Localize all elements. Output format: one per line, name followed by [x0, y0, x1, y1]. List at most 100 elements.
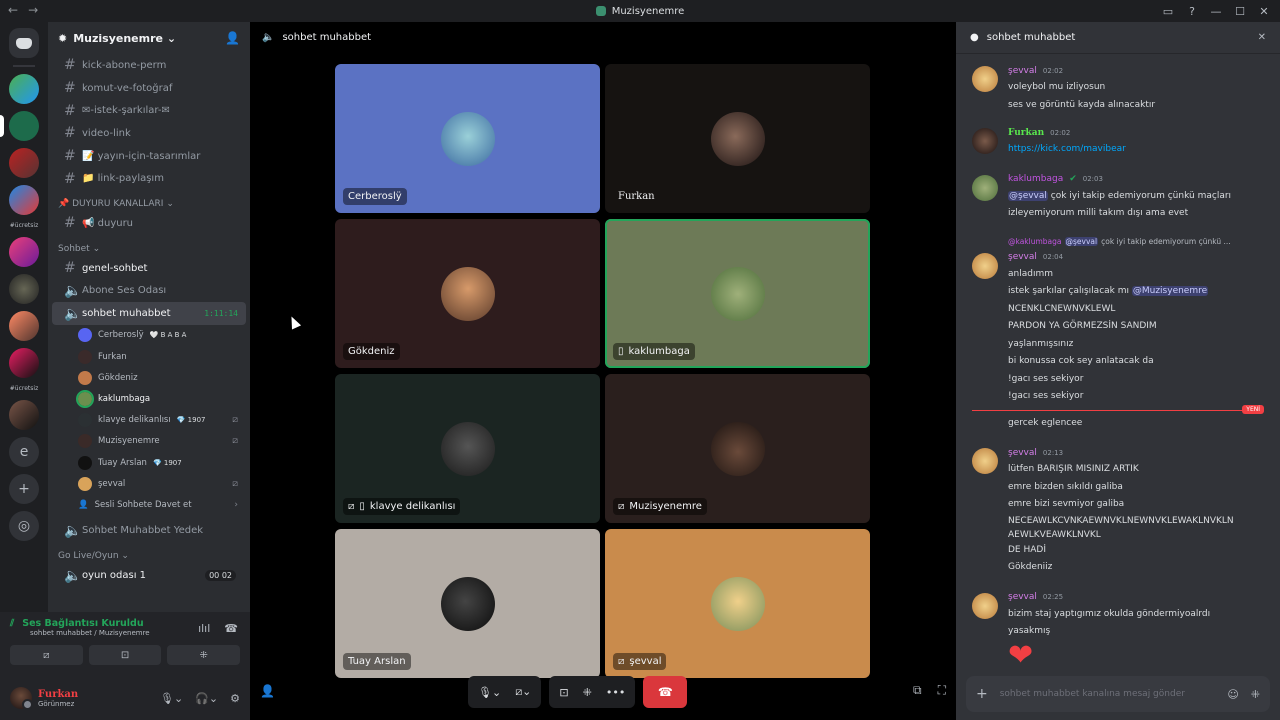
participant-tile[interactable]: Cerberoslÿ	[335, 64, 600, 213]
channel-istek[interactable]: # ✉-istek-şarkılar-✉	[52, 99, 246, 122]
fullscreen-icon[interactable]: ⛶	[938, 683, 946, 698]
participant-tile[interactable]: ⧄ ▯ klavye delikanlısı	[335, 374, 600, 523]
message-author[interactable]: şevval	[1008, 592, 1037, 602]
voice-channel-sohbet-muhabbet[interactable]: 🔈 sohbet muhabbet 1:11:14	[52, 302, 246, 325]
message-author[interactable]: kaklumbaga	[1008, 174, 1063, 184]
voice-user[interactable]: klavye delikanlısı 💎 1907 ⧄	[48, 410, 250, 431]
voice-channel-abone[interactable]: 🔈 Abone Ses Odası	[52, 280, 246, 303]
channel-duyuru[interactable]: # 📢 duyuru	[52, 212, 246, 235]
voice-user[interactable]: kaklumbaga	[48, 388, 250, 409]
add-member-icon[interactable]: 👤	[225, 31, 240, 45]
discord-home-icon[interactable]	[9, 28, 39, 58]
add-attachment-icon[interactable]: +	[976, 686, 988, 702]
participant-tile-speaking[interactable]: ▯ kaklumbaga	[605, 219, 870, 368]
channel-tasarim[interactable]: # 📝 yayın-için-tasarımlar	[52, 145, 246, 168]
participant-tile[interactable]: ⧄ Muzisyenemre	[605, 374, 870, 523]
channel-genel-sohbet[interactable]: # genel-sohbet	[52, 257, 246, 280]
microphone-icon[interactable]: 🎙⌄	[478, 686, 501, 699]
channel-kick-abone-perm[interactable]: # kick-abone-perm	[52, 54, 246, 77]
noise-suppression-icon[interactable]: ılıl	[198, 622, 210, 635]
participant-tile[interactable]: Furkan	[605, 64, 870, 213]
avatar[interactable]	[972, 128, 998, 154]
channel-label: 📢 duyuru	[82, 217, 134, 229]
message-input[interactable]: + sohbet muhabbet kanalına mesaj gönder …	[966, 676, 1270, 712]
server-icon[interactable]	[9, 348, 39, 378]
category-duyuru[interactable]: 📌 DUYURU KANALLARI ⌄	[48, 190, 250, 212]
reply-reference[interactable]: @kaklumbaga @şevval çok iyi takip edemiy…	[956, 235, 1280, 249]
close-window-button[interactable]: ✕	[1254, 2, 1274, 20]
invite-to-voice[interactable]: 👤 Sesli Sohbete Davet et ›	[48, 494, 250, 515]
more-options-icon[interactable]: •••	[606, 686, 625, 699]
category-golive[interactable]: Go Live/Oyun ⌄	[48, 542, 250, 564]
avatar[interactable]	[972, 66, 998, 92]
microphone-icon[interactable]: 🎙⌄	[160, 692, 183, 705]
disconnect-icon[interactable]: ☎	[224, 622, 238, 635]
mic-muted-icon: ⧄	[232, 415, 238, 426]
help-icon[interactable]: ?	[1182, 2, 1202, 20]
message-author[interactable]: şevval	[1008, 66, 1037, 76]
voice-user[interactable]: Cerberoslÿ 🤍 B A B A	[48, 325, 250, 346]
minimize-button[interactable]: —	[1206, 2, 1226, 20]
server-icon[interactable]	[9, 185, 39, 215]
screen-share-icon[interactable]: ⊡	[559, 686, 568, 699]
apps-icon[interactable]: ⁜	[1251, 688, 1260, 701]
participant-tile[interactable]: ⧄ şevval	[605, 529, 870, 678]
inbox-icon[interactable]: ▭	[1158, 2, 1178, 20]
server-header[interactable]: ✹ Muzisyenemre ⌄ 👤	[48, 22, 250, 54]
avatar[interactable]	[972, 252, 998, 279]
screen-share-button[interactable]: ⊡	[88, 645, 162, 665]
message-author[interactable]: şevval	[1008, 448, 1037, 458]
message-link[interactable]: https://kick.com/mavibear	[1008, 144, 1126, 154]
back-arrow-icon[interactable]: ←	[8, 3, 18, 17]
activities-button[interactable]: ⁜	[167, 645, 241, 665]
user-mention[interactable]: @şevval	[1008, 190, 1048, 201]
channel-komut[interactable]: # komut-ve-fotoğraf	[52, 77, 246, 100]
chevron-right-icon: ›	[234, 499, 238, 510]
voice-channel-yedek[interactable]: 🔈 Sohbet Muhabbet Yedek	[52, 520, 246, 543]
voice-user[interactable]: Muzisyenemre ⧄	[48, 431, 250, 452]
category-sohbet[interactable]: Sohbet ⌄	[48, 235, 250, 257]
server-icon-e[interactable]: e	[9, 437, 39, 467]
server-icon[interactable]	[9, 148, 39, 178]
maximize-button[interactable]: ☐	[1230, 2, 1250, 20]
voice-user[interactable]: Tuay Arslan 💎 1907	[48, 452, 250, 473]
server-icon[interactable]	[9, 274, 39, 304]
invite-people-icon[interactable]: 👤	[260, 684, 275, 698]
camera-toggle-button[interactable]: ⧄	[10, 645, 83, 665]
server-icon[interactable]	[9, 400, 39, 430]
server-icon[interactable]	[9, 237, 39, 267]
message-text: voleybol mu izliyosun	[1008, 82, 1106, 92]
message-author[interactable]: Furkan	[1008, 128, 1044, 138]
participant-tile[interactable]: Tuay Arslan	[335, 529, 600, 678]
avatar[interactable]	[972, 174, 998, 201]
close-icon[interactable]: ✕	[1258, 32, 1266, 43]
speaker-icon: 🔈	[64, 522, 82, 539]
avatar[interactable]	[10, 687, 33, 710]
emoji-icon[interactable]: ☺	[1227, 688, 1238, 701]
voice-user[interactable]: Gökdeniz	[48, 367, 250, 388]
forward-arrow-icon[interactable]: →	[28, 3, 38, 17]
settings-gear-icon[interactable]: ⚙	[230, 692, 240, 705]
server-icon[interactable]	[9, 311, 39, 341]
voice-user[interactable]: şevval ⧄	[48, 473, 250, 494]
avatar[interactable]	[972, 592, 998, 619]
headphones-icon[interactable]: 🎧⌄	[195, 692, 218, 705]
server-icon[interactable]	[9, 74, 39, 104]
pop-out-icon[interactable]: ⧉	[913, 683, 922, 698]
voice-user[interactable]: Furkan	[48, 346, 250, 367]
camera-off-icon[interactable]: ⧄⌄	[515, 685, 531, 699]
add-server-icon[interactable]: +	[9, 474, 39, 504]
channel-link-paylasim[interactable]: # 📁 link-paylaşım	[52, 167, 246, 190]
voice-channel-oyun[interactable]: 🔈 oyun odası 1 00 02	[52, 564, 246, 587]
badge-icon: ✔	[1069, 174, 1077, 184]
activities-icon[interactable]: ⁜	[583, 686, 592, 699]
message-author[interactable]: şevval	[1008, 252, 1037, 262]
participant-tile[interactable]: Gökdeniz	[335, 219, 600, 368]
discover-icon[interactable]: ◎	[9, 511, 39, 541]
server-icon-active[interactable]	[0, 111, 39, 141]
channel-video-link[interactable]: # video-link	[52, 122, 246, 145]
user-mention[interactable]: @Muzisyenemre	[1131, 286, 1209, 296]
avatar[interactable]	[972, 448, 998, 474]
message: şevval 02:25 bizim staj yaptıgımız okulda…	[956, 589, 1280, 671]
hang-up-button[interactable]: ☎	[643, 676, 688, 708]
